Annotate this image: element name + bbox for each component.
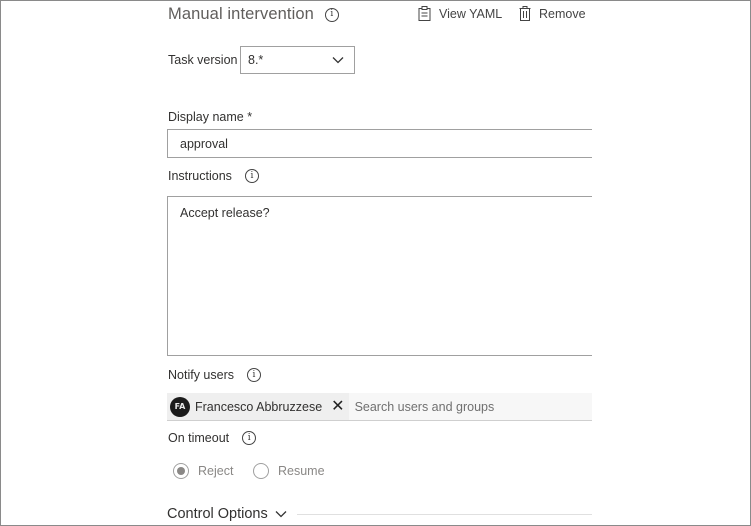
task-version-dropdown[interactable]: 8.*: [240, 46, 355, 74]
on-timeout-label-row: On timeout i: [168, 431, 257, 445]
instructions-textarea[interactable]: Accept release?: [167, 196, 592, 356]
task-settings-panel: Manual intervention i View YAML Remove T…: [167, 0, 592, 526]
instructions-label-row: Instructions i: [168, 169, 259, 183]
user-chip: FA Francesco Abbruzzese ✕: [167, 393, 349, 420]
remove-button[interactable]: Remove: [519, 6, 586, 21]
radio-resume[interactable]: Resume: [253, 463, 325, 479]
instructions-value: Accept release?: [180, 206, 270, 220]
notify-users-label: Notify users: [168, 368, 234, 382]
view-yaml-button[interactable]: View YAML: [418, 6, 502, 21]
display-name-input[interactable]: approval: [167, 129, 592, 158]
user-chip-name: Francesco Abbruzzese: [195, 399, 323, 414]
chevron-down-icon: [332, 57, 344, 64]
info-icon[interactable]: i: [242, 431, 257, 445]
radio-resume-label: Resume: [278, 464, 325, 478]
info-icon[interactable]: i: [244, 169, 259, 183]
people-picker: FA Francesco Abbruzzese ✕: [167, 393, 592, 421]
radio-reject[interactable]: Reject: [173, 463, 233, 479]
display-name-value: approval: [180, 136, 228, 151]
avatar: FA: [170, 396, 190, 417]
on-timeout-label: On timeout: [168, 431, 230, 445]
notify-users-label-row: Notify users i: [168, 368, 261, 382]
radio-indicator: [253, 463, 269, 479]
control-options-label: Control Options: [167, 506, 268, 522]
chevron-down-icon: [275, 511, 287, 518]
search-users-input[interactable]: [354, 399, 585, 414]
control-options-section[interactable]: Control Options: [167, 506, 592, 522]
view-yaml-label: View YAML: [439, 6, 503, 21]
task-version-value: 8.*: [248, 53, 264, 67]
close-icon[interactable]: ✕: [331, 398, 344, 415]
radio-reject-label: Reject: [198, 464, 234, 478]
task-version-label: Task version: [168, 53, 238, 67]
avatar-initials: FA: [174, 402, 186, 411]
task-title: Manual intervention: [168, 5, 314, 23]
radio-selected-indicator: [173, 463, 189, 479]
task-title-row: Manual intervention i: [168, 5, 339, 24]
divider: [296, 513, 592, 515]
display-name-label: Display name *: [168, 110, 253, 124]
info-icon[interactable]: i: [324, 7, 339, 22]
info-icon[interactable]: i: [247, 368, 261, 382]
clipboard-icon: [418, 6, 431, 21]
remove-label: Remove: [539, 6, 586, 21]
trash-icon: [519, 6, 531, 21]
instructions-label: Instructions: [168, 169, 232, 183]
